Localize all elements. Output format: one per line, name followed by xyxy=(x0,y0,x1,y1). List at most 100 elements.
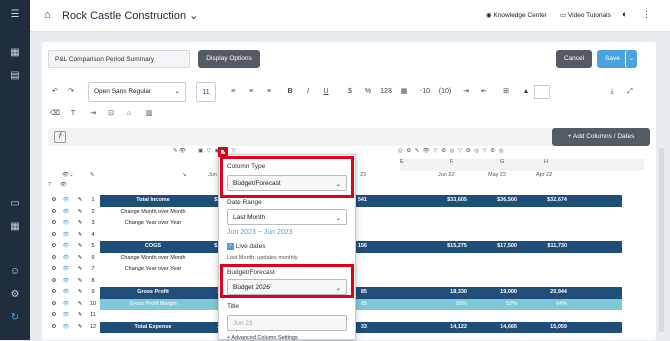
function-icon[interactable]: f xyxy=(54,131,66,143)
more-menu-icon[interactable]: ⋮ xyxy=(642,9,651,20)
eye-icon[interactable]: 👁 xyxy=(60,287,72,299)
row-label[interactable] xyxy=(100,310,206,322)
value-cell-g[interactable] xyxy=(470,218,520,230)
row-label[interactable]: Total Expense xyxy=(100,321,206,333)
eye-icon[interactable]: 👁 xyxy=(60,299,72,311)
value-cell-f[interactable] xyxy=(420,230,470,242)
value-cell-g[interactable] xyxy=(470,253,520,265)
gear-icon[interactable]: ⚙ xyxy=(48,218,60,230)
users-icon[interactable]: ☺ xyxy=(9,266,21,278)
number-button[interactable]: 123 xyxy=(378,82,394,102)
eye-icon[interactable]: 👁 xyxy=(60,264,72,276)
value-cell-f[interactable] xyxy=(420,218,470,230)
pencil-icon[interactable]: ✎ xyxy=(74,276,86,288)
value-cell-h[interactable] xyxy=(520,218,570,230)
value-cell-d[interactable]: 156 xyxy=(356,241,370,253)
pencil-icon[interactable]: ✎ xyxy=(74,241,86,253)
empty-cell[interactable] xyxy=(570,287,622,299)
decimal-increase-icon[interactable]: ⇥ xyxy=(460,82,472,102)
value-cell-f[interactable] xyxy=(420,264,470,276)
value-cell-h[interactable] xyxy=(520,207,570,219)
empty-cell[interactable] xyxy=(370,230,420,242)
empty-cell[interactable] xyxy=(370,298,420,310)
row-label[interactable]: Gross Profit xyxy=(100,287,206,299)
eye-icon[interactable]: 👁 xyxy=(60,195,72,207)
row-label[interactable] xyxy=(100,230,206,242)
title-input[interactable]: Jun 23 xyxy=(227,315,347,331)
download-icon[interactable]: ⤓ xyxy=(606,82,618,102)
indent-icon[interactable]: ⇥ xyxy=(86,104,100,124)
help-icon[interactable]: ? xyxy=(48,182,51,188)
clear-format-icon[interactable]: ⌫ xyxy=(48,104,62,124)
eye-icon[interactable]: 👁 xyxy=(60,241,72,253)
advanced-settings-link[interactable]: + Advanced Column Settings xyxy=(227,335,298,341)
value-cell-h[interactable] xyxy=(520,230,570,242)
value-cell-f[interactable]: 14,122 xyxy=(420,321,470,333)
row-label[interactable]: COGS xyxy=(100,241,206,253)
fill-color-icon[interactable]: ▲ xyxy=(520,82,532,102)
font-select[interactable]: Open Sans Regular ⌄ xyxy=(88,82,186,102)
eye-icon[interactable]: 👁 xyxy=(60,207,72,219)
value-cell-d[interactable]: 33 xyxy=(356,321,370,333)
eye-icon[interactable]: 👁 xyxy=(60,218,72,230)
value-cell-g[interactable] xyxy=(470,276,520,288)
value-cell-d[interactable] xyxy=(356,218,370,230)
value-cell-g[interactable]: 14,665 xyxy=(470,321,520,333)
menu-icon[interactable]: ☰ xyxy=(9,9,21,21)
negative-format-button[interactable]: -10 xyxy=(418,82,432,102)
value-cell-h[interactable]: 15,059 xyxy=(520,321,570,333)
value-cell-d[interactable]: 85 xyxy=(356,287,370,299)
knowledge-center-link[interactable]: ◉ Knowledge Center xyxy=(486,11,547,19)
bold-icon[interactable]: B xyxy=(284,82,296,102)
empty-cell[interactable] xyxy=(370,264,420,276)
eye-icon[interactable]: 👁 xyxy=(60,182,67,188)
gear-icon[interactable]: ⚙ xyxy=(48,287,60,299)
empty-cell[interactable] xyxy=(370,195,420,207)
value-cell-f[interactable]: 55% xyxy=(420,298,470,310)
gear-icon[interactable]: ⚙ xyxy=(48,195,60,207)
sync-icon[interactable]: ↻ xyxy=(9,312,21,324)
decimal-decrease-icon[interactable]: ⇤ xyxy=(478,82,490,102)
paren-format-button[interactable]: (10) xyxy=(436,82,454,102)
align-right-icon[interactable]: ≡ xyxy=(262,82,276,102)
value-cell-d[interactable]: 541 xyxy=(356,195,370,207)
row-label[interactable]: Change Year over Year xyxy=(100,218,206,230)
gear-icon[interactable]: ⚙ xyxy=(9,289,21,301)
value-cell-h[interactable] xyxy=(520,264,570,276)
value-cell-g[interactable] xyxy=(470,230,520,242)
value-cell-f[interactable] xyxy=(420,310,470,322)
pencil-icon[interactable]: ✎ xyxy=(74,218,86,230)
row-label[interactable]: Gross Profit Margin xyxy=(100,298,206,310)
add-columns-button[interactable]: + Add Columns / Dates xyxy=(552,128,650,146)
pencil-icon[interactable]: ✎ xyxy=(74,195,86,207)
company-selector[interactable]: Rock Castle Construction ⌄ xyxy=(62,9,198,22)
value-cell-g[interactable]: $17,500 xyxy=(470,241,520,253)
eye-icon[interactable]: 👁 xyxy=(60,310,72,322)
value-cell-d[interactable] xyxy=(356,253,370,265)
empty-cell[interactable] xyxy=(370,241,420,253)
row-label[interactable]: Total Income xyxy=(100,195,206,207)
value-cell-h[interactable]: $11,730 xyxy=(520,241,570,253)
value-cell-d[interactable]: 85 xyxy=(356,298,370,310)
pencil-icon[interactable]: ✎ xyxy=(74,310,86,322)
paint-format-icon[interactable]: ⌂ xyxy=(122,104,136,124)
grid-scrollbar[interactable] xyxy=(659,148,664,332)
table-settings-icon[interactable]: ▥ xyxy=(142,104,156,124)
table-icon[interactable]: ▦ xyxy=(9,221,21,233)
align-left-icon[interactable]: ≡ xyxy=(226,82,240,102)
value-cell-d[interactable] xyxy=(356,230,370,242)
value-cell-g[interactable]: 19,000 xyxy=(470,287,520,299)
gear-icon[interactable]: ⚙ xyxy=(48,299,60,311)
fullscreen-icon[interactable]: ⤢ xyxy=(624,82,636,102)
date-range-select[interactable]: Last Month ⌄ xyxy=(227,209,347,225)
gear-icon[interactable]: ⚙ xyxy=(48,264,60,276)
empty-cell[interactable] xyxy=(370,207,420,219)
value-cell-g[interactable] xyxy=(470,310,520,322)
pencil-icon[interactable]: ✎ xyxy=(74,207,86,219)
eye-icon[interactable]: 👁⌄ xyxy=(62,172,74,178)
theme-toggle-icon[interactable]: ◐ xyxy=(622,9,627,19)
reports-icon[interactable]: ▤ xyxy=(9,70,21,82)
row-label[interactable]: Change Year over Year xyxy=(100,264,206,276)
empty-cell[interactable] xyxy=(370,218,420,230)
value-cell-g[interactable] xyxy=(470,207,520,219)
